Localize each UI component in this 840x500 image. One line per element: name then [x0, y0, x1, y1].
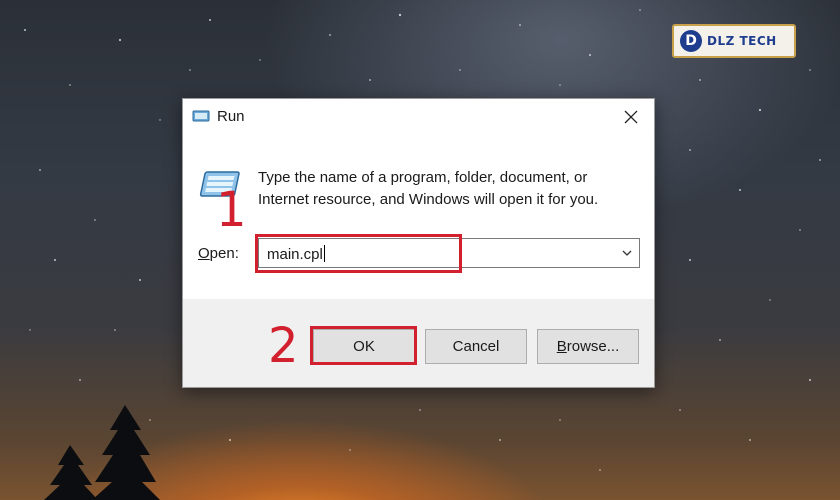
- ok-highlight-box: [310, 326, 417, 365]
- dialog-button-bar: OK Cancel Browse...: [183, 299, 654, 387]
- open-label-accelerator: O: [198, 245, 210, 262]
- browse-label: rowse...: [566, 338, 620, 355]
- step-1-label: 1: [216, 182, 247, 238]
- close-button[interactable]: [614, 103, 648, 131]
- dlz-tech-watermark: D DLZ TECH: [672, 24, 796, 58]
- open-label: Open:: [198, 245, 239, 262]
- browse-button[interactable]: Browse...: [537, 329, 639, 364]
- chevron-down-icon[interactable]: [621, 247, 633, 259]
- open-label-text: pen:: [209, 245, 239, 262]
- dialog-title: Run: [217, 108, 245, 125]
- close-icon: [624, 110, 638, 124]
- run-app-icon: [192, 110, 210, 122]
- title-bar: Run: [183, 99, 654, 137]
- browse-accelerator: B: [556, 338, 567, 355]
- watermark-brand-text: DLZ TECH: [707, 34, 777, 48]
- step-2-label: 2: [268, 318, 299, 374]
- dlz-logo-icon: D: [680, 30, 702, 52]
- cancel-button[interactable]: Cancel: [425, 329, 527, 364]
- dialog-description: Type the name of a program, folder, docu…: [258, 169, 599, 208]
- input-highlight-box: [255, 234, 462, 273]
